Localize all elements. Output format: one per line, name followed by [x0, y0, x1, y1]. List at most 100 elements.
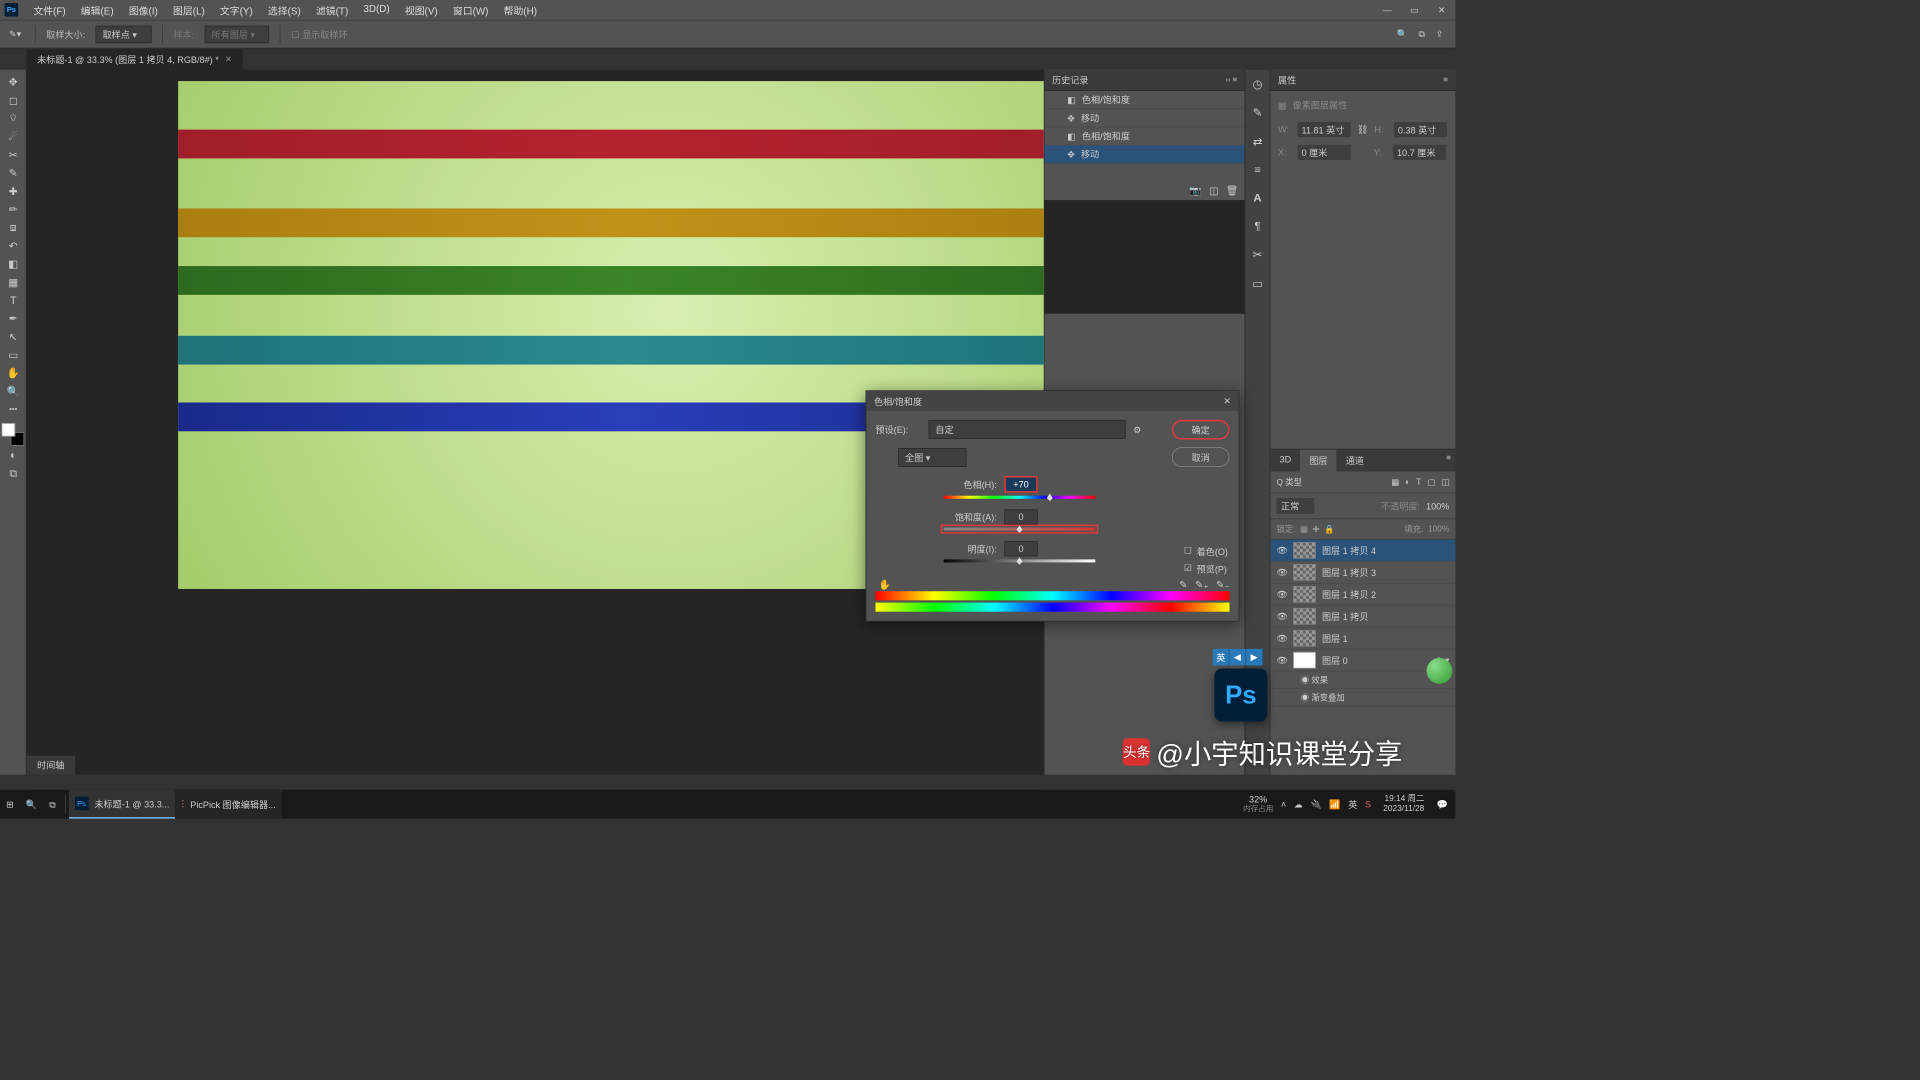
ime-indicator[interactable]: 英◀▶ — [1213, 649, 1263, 666]
menu-文字Y[interactable]: 文字(Y) — [212, 3, 260, 17]
layer-row[interactable]: 👁图层 1 拷贝 3 — [1270, 562, 1455, 584]
layer-row[interactable]: 👁图层 1 — [1270, 628, 1455, 650]
hand-icon[interactable]: ✋ — [879, 579, 891, 591]
filter-smart-icon[interactable]: ◫ — [1441, 477, 1449, 487]
tray-clock[interactable]: 19:14 周二 2023/11/28 — [1379, 794, 1429, 814]
screen-mode-tool[interactable]: ⧉ — [0, 464, 27, 482]
quick-select-tool[interactable]: ☄ — [0, 127, 27, 145]
ok-button[interactable]: 确定 — [1172, 420, 1230, 440]
brush-tool[interactable]: ✏ — [0, 200, 27, 218]
show-rings-checkbox[interactable]: ☐ 显示取样环 — [291, 28, 347, 41]
move-tool[interactable]: ✥ — [0, 73, 27, 91]
eyedropper-add-icon[interactable]: ✎₊ — [1195, 579, 1208, 591]
filter-shape-icon[interactable]: ▢ — [1427, 477, 1435, 487]
tray-up-icon[interactable]: ˄ — [1281, 799, 1286, 810]
timeline-tab[interactable]: 时间轴 — [27, 756, 76, 775]
opacity-value[interactable]: 100% — [1426, 501, 1449, 512]
hand-tool[interactable]: ✋ — [0, 364, 27, 382]
scissors-icon[interactable]: ✂ — [1253, 248, 1263, 262]
shape-tool[interactable]: ▭ — [0, 346, 27, 364]
brush-panel-icon[interactable]: ✎ — [1253, 106, 1263, 120]
saturation-slider[interactable] — [944, 528, 1096, 531]
sample-size-dropdown[interactable]: 取样点 ▾ — [96, 25, 152, 42]
filter-adjust-icon[interactable]: ◐ — [1405, 477, 1410, 487]
document-tab[interactable]: 未标题-1 @ 33.3% (图层 1 拷贝 4, RGB/8#) * ✕ — [27, 49, 243, 69]
history-item[interactable]: ◧色相/饱和度 — [1045, 91, 1245, 109]
search-icon[interactable]: 🔍 — [1397, 28, 1408, 39]
menu-窗口W[interactable]: 窗口(W) — [445, 3, 496, 17]
align-icon[interactable]: ≡ — [1254, 164, 1261, 177]
eyedropper-sub-icon[interactable]: ✎₋ — [1216, 579, 1229, 591]
type-tool[interactable]: T — [0, 291, 27, 309]
quick-mask-tool[interactable]: ◐ — [0, 446, 27, 464]
tab-channels[interactable]: 通道 — [1337, 449, 1373, 471]
menu-3DD[interactable]: 3D(D) — [356, 3, 397, 17]
y-input[interactable] — [1393, 145, 1446, 160]
colorize-checkbox[interactable]: ☐ 着色(O) — [1184, 545, 1228, 558]
link-wh-icon[interactable]: ⛓ — [1357, 124, 1369, 135]
menu-滤镜T[interactable]: 滤镜(T) — [308, 3, 355, 17]
path-select-tool[interactable]: ↖ — [0, 327, 27, 345]
zoom-tool[interactable]: 🔍 — [0, 382, 27, 400]
blend-mode-dropdown[interactable]: 正常 — [1276, 498, 1314, 514]
dialog-titlebar[interactable]: 色相/饱和度 ✕ — [866, 391, 1238, 411]
recent-icon[interactable]: ⧉ — [1418, 28, 1425, 39]
stamp-tool[interactable]: ⧈ — [0, 218, 27, 236]
taskbar-picpick[interactable]: ⫶ PicPick 图像编辑器... — [175, 790, 281, 819]
tab-layers[interactable]: 图层 — [1300, 449, 1336, 471]
pen-tool[interactable]: ✒ — [0, 309, 27, 327]
eyedropper-icon[interactable]: ✎ — [1179, 579, 1187, 591]
preview-checkbox[interactable]: ☑ 预览(P) — [1184, 562, 1228, 575]
history-list[interactable]: ◧色相/饱和度✥移动◧色相/饱和度✥移动 — [1045, 91, 1245, 182]
lock-position-icon[interactable]: ✚ — [1312, 524, 1319, 534]
lock-all-icon[interactable]: 🔒 — [1324, 524, 1334, 534]
maximize-button[interactable]: ▭ — [1401, 0, 1428, 20]
hue-slider[interactable] — [944, 496, 1096, 499]
layer-row[interactable]: 👁图层 1 拷贝 4 — [1270, 540, 1455, 562]
menu-视图V[interactable]: 视图(V) — [397, 3, 445, 17]
taskbar-photoshop[interactable]: Ps 未标题-1 @ 33.3... — [69, 790, 176, 819]
task-view-button[interactable]: ⧉ — [43, 790, 62, 819]
layer-row[interactable]: 👁图层 1 拷贝 2 — [1270, 584, 1455, 606]
tray-notifications-icon[interactable]: 💬 — [1436, 799, 1447, 810]
layer-filter-dropdown[interactable]: Q 类型 — [1276, 476, 1301, 488]
color-picker-icon[interactable]: ◷ — [1253, 77, 1263, 91]
history-brush-tool[interactable]: ↶ — [0, 236, 27, 254]
properties-panel-header[interactable]: 属性≡ — [1270, 70, 1455, 91]
menu-编辑E[interactable]: 编辑(E) — [73, 3, 121, 17]
tray-network-icon[interactable]: 📶 — [1329, 799, 1340, 810]
menu-图层L[interactable]: 图层(L) — [165, 3, 212, 17]
new-doc-icon[interactable]: ◫ — [1209, 185, 1218, 197]
swap-icon[interactable]: ⇄ — [1253, 135, 1263, 149]
x-input[interactable] — [1298, 145, 1351, 160]
gradient-tool[interactable]: ▦ — [0, 273, 27, 291]
new-snapshot-icon[interactable]: 📷 — [1189, 185, 1201, 197]
saturation-value-input[interactable]: 0 — [1004, 509, 1037, 524]
crop-tool[interactable]: ✂ — [0, 146, 27, 164]
close-tab-icon[interactable]: ✕ — [225, 55, 232, 65]
minimize-button[interactable]: — — [1373, 0, 1400, 20]
menu-选择S[interactable]: 选择(S) — [260, 3, 308, 17]
share-icon[interactable]: ⇪ — [1436, 28, 1444, 39]
filter-image-icon[interactable]: ▦ — [1391, 477, 1399, 487]
layer-fx-item[interactable]: ◉ 渐变叠加 — [1270, 689, 1455, 706]
search-button[interactable]: 🔍 — [20, 790, 43, 819]
sample-dropdown[interactable]: 所有图层 ▾ — [205, 25, 270, 42]
tray-security-icon[interactable]: S — [1365, 799, 1371, 810]
fill-value[interactable]: 100% — [1428, 525, 1449, 534]
paragraph-icon[interactable]: ¶ — [1254, 220, 1260, 233]
cancel-button[interactable]: 取消 — [1172, 447, 1230, 467]
color-swatches[interactable] — [2, 423, 25, 446]
library-icon[interactable]: ▭ — [1252, 277, 1263, 291]
lock-pixels-icon[interactable]: ▦ — [1300, 524, 1308, 534]
eyedropper-tool[interactable]: ✎ — [0, 164, 27, 182]
history-item[interactable]: ✥移动 — [1045, 109, 1245, 127]
current-tool-icon[interactable]: ✎▾ — [6, 25, 24, 43]
tray-cloud-icon[interactable]: ☁ — [1294, 799, 1303, 810]
tray-ime-icon[interactable]: 英 — [1348, 798, 1357, 811]
hue-value-input[interactable]: +70 — [1004, 476, 1037, 493]
tool-more[interactable]: ••• — [0, 400, 27, 418]
width-input[interactable] — [1298, 122, 1351, 137]
tab-3d[interactable]: 3D — [1270, 449, 1300, 471]
height-input[interactable] — [1394, 122, 1447, 137]
